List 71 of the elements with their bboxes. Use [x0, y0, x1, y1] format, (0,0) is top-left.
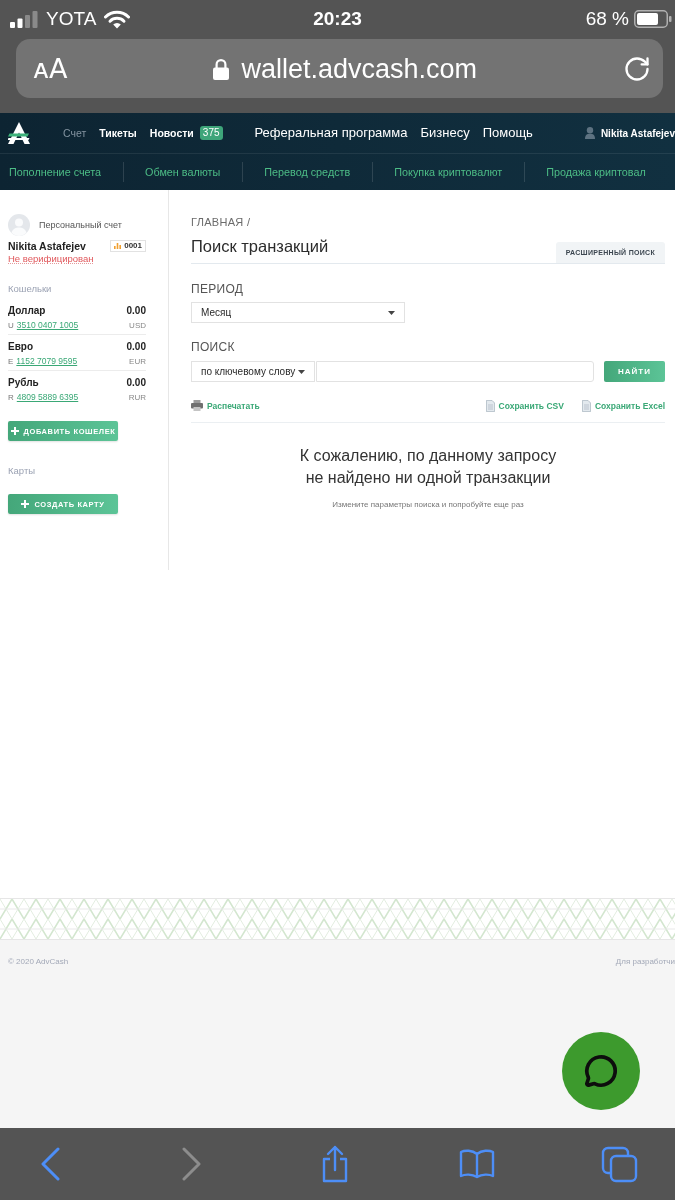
- printer-icon: [191, 400, 203, 411]
- nav-link[interactable]: Реферальная программа: [254, 125, 408, 141]
- wifi-icon: [104, 9, 131, 29]
- nav-link[interactable]: Счет: [63, 126, 87, 140]
- url-text[interactable]: wallet.advcash.com: [241, 52, 478, 85]
- wallet-prefix: R: [8, 391, 14, 403]
- status-time: 20:23: [313, 8, 362, 30]
- wallet-prefix: E: [8, 355, 14, 367]
- wallet-name: Рубль: [8, 375, 39, 389]
- section-title: Кошельки: [8, 283, 52, 295]
- page-title: Поиск транзакций: [191, 236, 329, 257]
- service-menu-link[interactable]: Продажа криптовал: [546, 164, 646, 180]
- account-type: Персональный счет: [39, 219, 122, 231]
- verification-status: Не верифицирован: [8, 253, 94, 265]
- chevron-left-icon: [40, 1147, 60, 1181]
- caret-icon: [388, 310, 395, 315]
- battery-icon: [634, 10, 672, 28]
- reload-button[interactable]: [623, 54, 651, 83]
- wallet-number-link[interactable]: 1152 7079 9595: [16, 355, 78, 367]
- lock-icon: [213, 57, 230, 80]
- wallet-currency: RUR: [128, 391, 146, 403]
- caret-icon: [298, 369, 305, 374]
- field-label: ПЕРИОД: [191, 281, 244, 297]
- account-holder-name: Nikita Astafejev: [8, 239, 86, 253]
- account-number: 0001: [124, 241, 142, 251]
- service-menu-link[interactable]: Обмен валюты: [145, 164, 221, 180]
- search-input[interactable]: [316, 361, 594, 382]
- service-menu-link[interactable]: Покупка криптовалют: [394, 164, 503, 180]
- logo-icon: [8, 122, 30, 144]
- breadcrumb: ГЛАВНАЯ /: [191, 215, 251, 230]
- empty-result-hint: Измените параметры поиска и попробуйте еще раз: [332, 499, 524, 511]
- wallet-currency: USD: [129, 319, 146, 331]
- user-icon: [584, 127, 595, 139]
- reload-icon: [623, 54, 651, 83]
- search-mode-select[interactable]: по ключевому слову: [191, 361, 315, 382]
- user-name-link[interactable]: Nikita Astafejev: [600, 126, 675, 140]
- nav-link[interactable]: Помощь: [482, 125, 533, 141]
- field-label: ПОИСК: [191, 339, 235, 355]
- chevron-right-icon: [182, 1147, 203, 1181]
- period-select[interactable]: Месяц: [191, 302, 405, 323]
- wallet-name: Евро: [8, 339, 34, 353]
- signal-icon: [10, 10, 38, 28]
- wallet-name: Доллар: [8, 303, 46, 317]
- wallet-currency: EUR: [129, 355, 146, 367]
- wallet-balance: 0.00: [126, 339, 146, 353]
- plus-icon: [21, 500, 30, 508]
- wallet-balance: 0.00: [126, 375, 146, 389]
- squares-icon: [600, 1145, 638, 1183]
- wallet-balance: 0.00: [126, 303, 146, 317]
- nav-link[interactable]: Бизнесу: [420, 125, 470, 141]
- nav-link[interactable]: Тикеты: [99, 126, 137, 140]
- section-title: Карты: [8, 465, 36, 477]
- count-badge: 375: [199, 126, 223, 140]
- avatar-icon: [8, 214, 30, 236]
- wallet-number-link[interactable]: 4809 5889 6395: [16, 391, 79, 403]
- battery-percent: 68 %: [585, 8, 629, 30]
- wallet-number-link[interactable]: 3510 0407 1005: [16, 319, 79, 331]
- carrier-name: YOTA: [46, 8, 97, 30]
- plus-icon: [10, 427, 19, 435]
- copyright-text: © 2020 AdvCash: [8, 956, 69, 968]
- wallet-prefix: U: [8, 319, 14, 331]
- service-menu-link[interactable]: Пополнение счета: [9, 164, 102, 180]
- speech-bubble-icon: [584, 1054, 618, 1088]
- document-icon: [581, 399, 591, 412]
- bar-chart-icon: [114, 243, 122, 249]
- nav-link[interactable]: Новости: [149, 126, 194, 140]
- book-icon: [458, 1149, 495, 1179]
- document-icon: [485, 399, 495, 412]
- service-menu-link[interactable]: Перевод средств: [264, 164, 351, 180]
- text-size-button[interactable]: ᴀA: [33, 55, 68, 82]
- empty-result-message: К сожалению, по данному запросу не найдено ни одной транзакции: [299, 446, 557, 488]
